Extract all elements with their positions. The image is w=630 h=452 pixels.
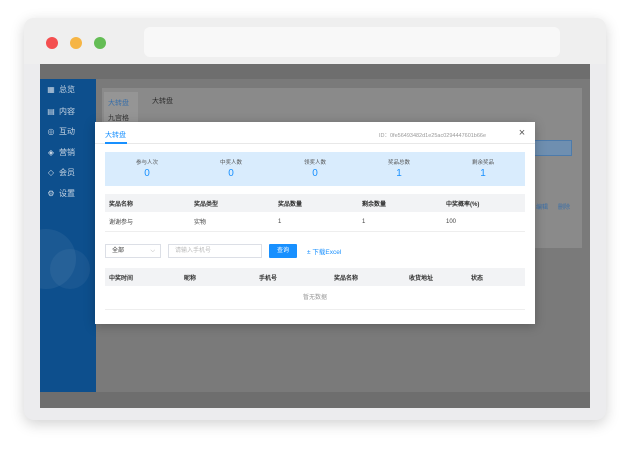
sidebar-item-label: 会员 <box>59 167 75 177</box>
address-bar[interactable] <box>144 27 560 57</box>
gear-icon: ⚙ <box>47 188 55 198</box>
stat-label: 奖品总数 <box>387 160 410 166</box>
background-tab-wheel[interactable]: 大转盘 <box>108 98 129 108</box>
maximize-window-dot[interactable] <box>94 37 106 49</box>
sidebar-decoration <box>50 249 90 289</box>
chevron-down-icon: ⌵ <box>150 248 155 254</box>
title-bar <box>24 18 606 64</box>
dialog-tab-wheel[interactable]: 大转盘 <box>105 130 126 140</box>
table-cell: 实物 <box>194 220 207 226</box>
grid-icon: ▦ <box>47 84 55 94</box>
table-header: 奖品名称 奖品类型 奖品数量 剩余数量 中奖概率(%) <box>105 194 525 212</box>
sidebar-item-label: 设置 <box>59 188 75 198</box>
sidebar-item-settings[interactable]: ⚙ 设置 <box>40 184 96 202</box>
column-header: 中奖时间 <box>109 275 134 282</box>
doc-icon: ▤ <box>47 106 55 116</box>
filter-bar: 全部 ⌵ 请输入手机号 查询 ± 下载Excel <box>105 244 525 260</box>
stat-label: 参与人次 <box>135 160 158 166</box>
stat-total-prizes: 奖品总数 1 <box>357 152 441 186</box>
column-header: 昵称 <box>184 275 197 282</box>
sidebar-item-member[interactable]: ◇ 会员 <box>40 163 96 181</box>
empty-state: 暂无数据 <box>105 286 525 310</box>
dialog-header: 大转盘 ID：0fe56493482d1e25ac0294447601b66e … <box>95 122 535 144</box>
sidebar-item-label: 互动 <box>59 126 75 136</box>
table-cell: 1 <box>278 218 282 225</box>
column-header: 收货地址 <box>409 275 434 282</box>
sidebar-item-label: 内容 <box>59 106 75 116</box>
activity-id: ID：0fe56493482d1e25ac0294447601b66e <box>379 133 487 139</box>
table-cell: 1 <box>362 218 366 225</box>
stat-remaining-prizes: 剩余奖品 1 <box>441 152 525 186</box>
column-header: 奖品名称 <box>334 275 359 282</box>
column-header: 手机号 <box>259 275 278 282</box>
table-cell: 谢谢参与 <box>109 220 134 226</box>
stat-value: 0 <box>228 168 234 179</box>
stat-value: 1 <box>480 168 486 179</box>
stat-label: 剩余奖品 <box>471 160 494 166</box>
background-edit-link[interactable]: 编辑 <box>536 202 548 211</box>
column-header: 奖品类型 <box>194 201 219 208</box>
close-window-dot[interactable] <box>46 37 58 49</box>
record-table: 中奖时间 昵称 手机号 奖品名称 收货地址 状态 <box>105 268 525 286</box>
tag-icon: ◈ <box>47 147 55 157</box>
minimize-window-dot[interactable] <box>70 37 82 49</box>
background-delete-link[interactable]: 删除 <box>558 202 570 211</box>
column-header: 状态 <box>471 275 484 282</box>
stat-label: 中奖人数 <box>219 160 242 166</box>
background-title: 大转盘 <box>152 98 173 105</box>
status-select[interactable]: 全部 ⌵ <box>105 244 161 258</box>
column-header: 中奖概率(%) <box>446 201 480 208</box>
sidebar-item-label: 总览 <box>59 84 75 94</box>
stat-winners: 中奖人数 0 <box>189 152 273 186</box>
stat-claimed: 领奖人数 0 <box>273 152 357 186</box>
active-tab-indicator <box>105 142 127 144</box>
stat-participants: 参与人次 0 <box>105 152 189 186</box>
sidebar-item-content[interactable]: ▤ 内容 <box>40 102 96 120</box>
stat-value: 1 <box>396 168 402 179</box>
column-header: 奖品名称 <box>109 201 134 208</box>
sidebar-item-interaction[interactable]: ◎ 互动 <box>40 122 96 140</box>
prize-table: 奖品名称 奖品类型 奖品数量 剩余数量 中奖概率(%) 谢谢参与 实物 1 1 … <box>105 194 525 232</box>
phone-input[interactable]: 请输入手机号 <box>168 244 262 258</box>
download-excel-link[interactable]: ± 下载Excel <box>307 246 341 256</box>
table-row: 谢谢参与 实物 1 1 100 <box>105 212 525 232</box>
stats-summary: 参与人次 0 中奖人数 0 领奖人数 0 奖品总数 1 剩余奖品 1 <box>105 152 525 186</box>
query-button[interactable]: 查询 <box>269 244 297 258</box>
sidebar-item-overview[interactable]: ▦ 总览 <box>40 80 96 98</box>
chat-icon: ◎ <box>47 126 55 136</box>
sidebar: ▦ 总览 ▤ 内容 ◎ 互动 ◈ 营销 ◇ 会员 ⚙ 设置 <box>40 79 96 392</box>
stats-dialog: 大转盘 ID：0fe56493482d1e25ac0294447601b66e … <box>95 122 535 324</box>
select-value: 全部 <box>112 248 125 254</box>
diamond-icon: ◇ <box>47 167 55 177</box>
sidebar-item-label: 营销 <box>59 147 75 157</box>
column-header: 剩余数量 <box>362 201 387 208</box>
stat-value: 0 <box>312 168 318 179</box>
close-icon[interactable]: × <box>515 126 529 140</box>
stat-value: 0 <box>144 168 150 179</box>
sidebar-item-marketing[interactable]: ◈ 营销 <box>40 143 96 161</box>
stat-label: 领奖人数 <box>303 160 326 166</box>
column-header: 奖品数量 <box>278 201 303 208</box>
table-cell: 100 <box>446 218 457 225</box>
table-header: 中奖时间 昵称 手机号 奖品名称 收货地址 状态 <box>105 268 525 286</box>
